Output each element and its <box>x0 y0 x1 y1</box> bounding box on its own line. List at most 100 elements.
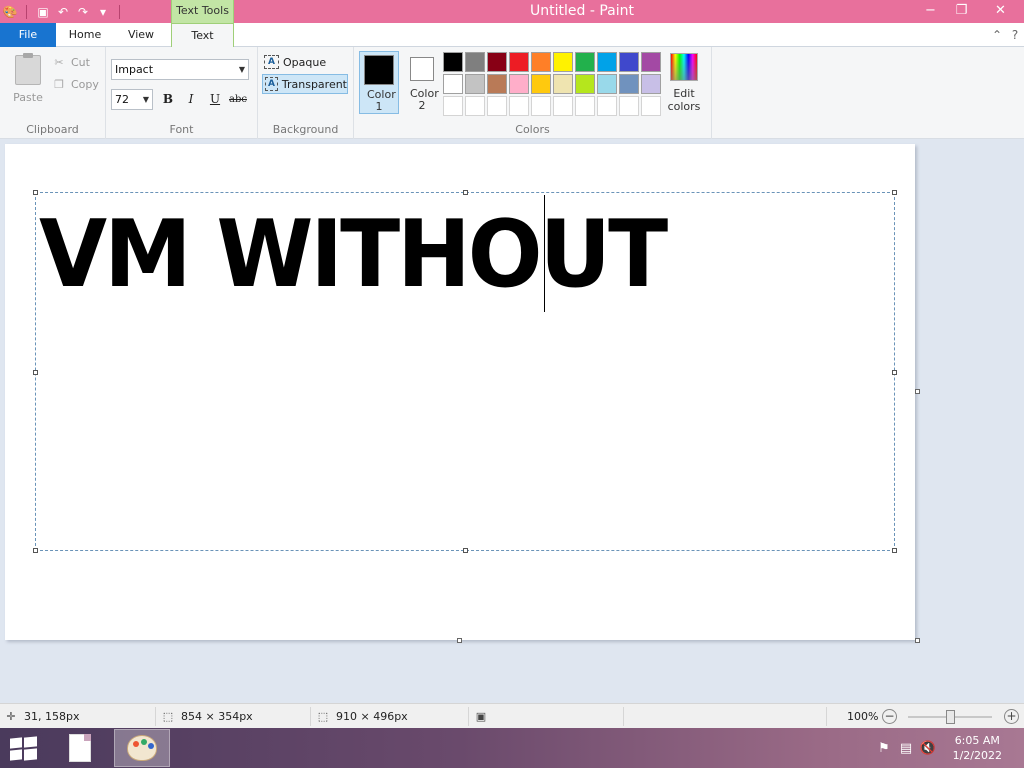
resize-handle[interactable] <box>33 190 38 195</box>
text-caret <box>544 195 545 312</box>
resize-handle[interactable] <box>463 548 468 553</box>
font-size-select[interactable]: 72 ▼ <box>111 89 153 110</box>
tab-home[interactable]: Home <box>56 23 114 47</box>
canvas-text[interactable]: VM WITHOUT <box>39 197 668 313</box>
palette-custom-slot[interactable] <box>465 96 485 116</box>
palette-custom-slot[interactable] <box>443 96 463 116</box>
palette-swatch[interactable] <box>443 74 463 94</box>
paint-app-icon[interactable]: 🎨 <box>0 2 20 22</box>
palette-swatch[interactable] <box>465 52 485 72</box>
resize-handle[interactable] <box>892 190 897 195</box>
palette-custom-slot[interactable] <box>597 96 617 116</box>
ribbon-controls: ⌃ ? <box>988 23 1024 47</box>
zoom-out-icon[interactable]: − <box>882 709 897 724</box>
close-button[interactable]: ✕ <box>977 0 1024 21</box>
action-center-flag-icon[interactable]: ⚑ <box>873 741 895 756</box>
palette-custom-slot[interactable] <box>619 96 639 116</box>
zoom-slider-thumb[interactable] <box>946 710 955 724</box>
undo-icon[interactable]: ↶ <box>53 2 73 22</box>
palette-swatch[interactable] <box>641 74 661 94</box>
font-group-label: Font <box>169 123 194 136</box>
minimize-button[interactable]: − <box>915 0 946 21</box>
qat-separator <box>119 4 120 19</box>
tab-text[interactable]: Text <box>171 23 234 48</box>
palette-swatch[interactable] <box>509 52 529 72</box>
tab-file[interactable]: File <box>0 23 56 47</box>
paste-button[interactable]: Paste <box>8 53 48 107</box>
edit-colors-label: Edit colors <box>667 87 701 113</box>
customize-qat-icon[interactable]: ▾ <box>93 2 113 22</box>
help-icon[interactable]: ? <box>1006 28 1024 42</box>
collapse-ribbon-icon[interactable]: ⌃ <box>988 28 1006 42</box>
save-icon[interactable]: ▣ <box>33 2 53 22</box>
palette-swatch[interactable] <box>531 74 551 94</box>
file-size: ▣ <box>474 704 494 729</box>
strikethrough-button[interactable]: abc <box>228 90 248 109</box>
palette-swatch[interactable] <box>553 52 573 72</box>
taskbar-paint[interactable] <box>114 729 170 767</box>
resize-handle[interactable] <box>33 548 38 553</box>
taskbar-clock[interactable]: 6:05 AM 1/2/2022 <box>953 733 1002 763</box>
palette-swatch[interactable] <box>465 74 485 94</box>
copy-icon: ❐ <box>54 77 64 91</box>
drawing-canvas[interactable]: VM WITHOUT <box>5 144 915 640</box>
resize-handle[interactable] <box>892 370 897 375</box>
ribbon-tabs: File Home View Text ⌃ ? <box>0 23 1024 48</box>
canvas-resize-handle[interactable] <box>915 638 920 643</box>
taskbar-file-explorer[interactable] <box>52 729 108 767</box>
palette-swatch[interactable] <box>443 52 463 72</box>
underline-button[interactable]: U <box>205 90 225 109</box>
palette-swatch[interactable] <box>487 52 507 72</box>
palette-swatch[interactable] <box>619 52 639 72</box>
font-family-select[interactable]: Impact ▼ <box>111 59 249 80</box>
chevron-down-icon: ▼ <box>238 65 245 74</box>
palette-custom-slot[interactable] <box>509 96 529 116</box>
transparent-button[interactable]: A Transparent <box>262 74 348 94</box>
italic-button[interactable]: I <box>181 90 201 109</box>
status-bar: ✛ 31, 158px ⬚ 854 × 354px ⬚ 910 × 496px … <box>0 703 1024 728</box>
palette-custom-slot[interactable] <box>553 96 573 116</box>
palette-custom-slot[interactable] <box>641 96 661 116</box>
system-tray: ⚑ ▤ 🔇 <box>873 728 939 768</box>
color2-button[interactable]: Color 2 <box>402 51 442 114</box>
canvas-resize-handle[interactable] <box>457 638 462 643</box>
canvas-resize-handle[interactable] <box>915 389 920 394</box>
resize-handle[interactable] <box>892 548 897 553</box>
zoom-in-icon[interactable]: + <box>1004 709 1019 724</box>
network-icon[interactable]: ▤ <box>895 741 917 756</box>
edit-colors-button[interactable]: Edit colors <box>665 53 703 113</box>
color2-swatch <box>410 57 434 81</box>
palette-swatch[interactable] <box>531 52 551 72</box>
palette-swatch[interactable] <box>487 74 507 94</box>
qat-separator <box>26 4 27 19</box>
color1-button[interactable]: Color 1 <box>359 51 399 114</box>
palette-swatch[interactable] <box>597 74 617 94</box>
bold-button[interactable]: B <box>158 90 178 109</box>
opaque-button[interactable]: A Opaque <box>262 52 348 72</box>
palette-swatch[interactable] <box>619 74 639 94</box>
copy-button[interactable]: ❐ Copy <box>52 75 99 93</box>
palette-swatch[interactable] <box>597 52 617 72</box>
palette-swatch[interactable] <box>575 74 595 94</box>
windows-start-icon[interactable] <box>10 736 37 761</box>
palette-swatch[interactable] <box>553 74 573 94</box>
restore-button[interactable]: ❐ <box>946 0 977 21</box>
palette-swatch[interactable] <box>509 74 529 94</box>
palette-custom-slot[interactable] <box>575 96 595 116</box>
window-title-text: Untitled - Paint <box>530 3 634 19</box>
text-box[interactable]: VM WITHOUT <box>33 190 897 553</box>
palette-swatch[interactable] <box>641 52 661 72</box>
tab-view[interactable]: View <box>114 23 168 47</box>
palette-custom-slot[interactable] <box>487 96 507 116</box>
resize-handle[interactable] <box>33 370 38 375</box>
palette-swatch[interactable] <box>575 52 595 72</box>
color1-swatch <box>364 55 394 85</box>
document-icon <box>69 734 91 762</box>
volume-muted-icon[interactable]: 🔇 <box>917 741 939 756</box>
resize-handle[interactable] <box>463 190 468 195</box>
redo-icon[interactable]: ↷ <box>73 2 93 22</box>
palette-custom-slot[interactable] <box>531 96 551 116</box>
status-divider <box>155 707 156 726</box>
cut-button[interactable]: ✂ Cut <box>52 53 90 71</box>
clock-date: 1/2/2022 <box>952 749 1002 762</box>
